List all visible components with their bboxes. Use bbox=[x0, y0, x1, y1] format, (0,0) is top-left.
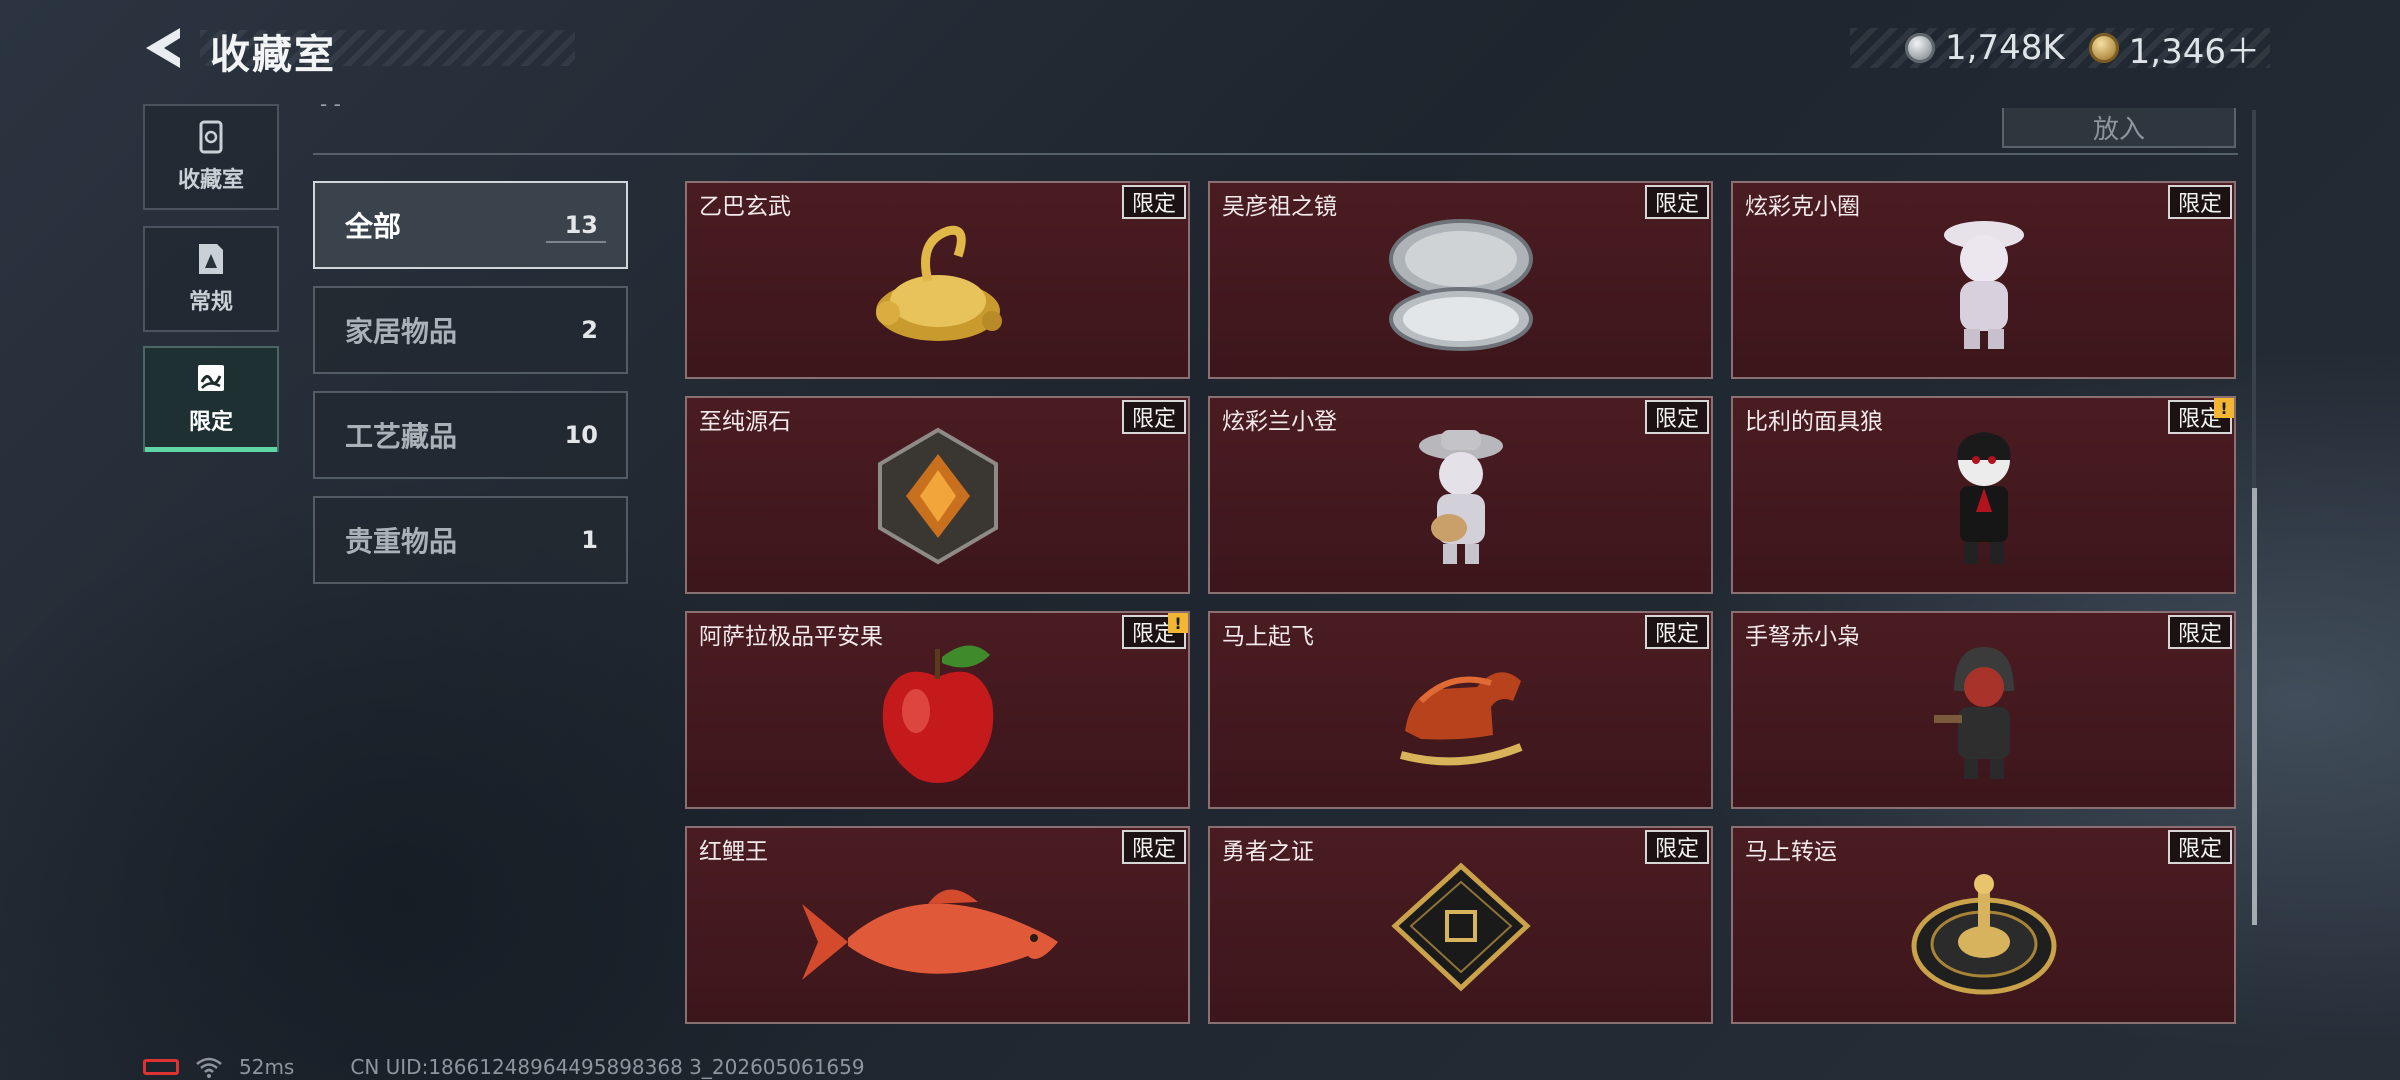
category-underline bbox=[546, 241, 606, 243]
ping-value: 52ms bbox=[239, 1055, 295, 1079]
bronze-horse-icon bbox=[1399, 672, 1522, 766]
category-label: 工艺藏品 bbox=[345, 420, 458, 453]
status-footer: 52ms CN UID:18661248964495898368 3_20260… bbox=[143, 1055, 865, 1079]
back-arrow-icon bbox=[146, 28, 180, 68]
sidebar-item-label: 限定 bbox=[188, 410, 233, 435]
sidebar-item-collection[interactable]: 收藏室 bbox=[143, 104, 279, 210]
item-card[interactable]: 吴彦祖之镜 限定 bbox=[1208, 181, 1713, 379]
limited-tag: 限定 bbox=[1121, 830, 1186, 864]
item-name: 炫彩兰小登 bbox=[1222, 409, 1337, 435]
item-name: 勇者之证 bbox=[1222, 839, 1314, 865]
put-in-button[interactable]: 放入 bbox=[2002, 108, 2236, 148]
limited-tag: 限定 bbox=[1644, 615, 1709, 649]
category-all[interactable]: 全部 13 bbox=[313, 181, 628, 269]
top-divider bbox=[313, 153, 2238, 155]
battery-icon bbox=[143, 1059, 179, 1075]
item-name: 红鲤王 bbox=[699, 839, 768, 865]
item-name: 马上转运 bbox=[1745, 839, 1837, 865]
item-name: 炫彩克小圈 bbox=[1745, 194, 1860, 220]
currency-bar: 1,748K 1,346＋ bbox=[1850, 28, 2270, 72]
item-name: 阿萨拉极品平安果 bbox=[699, 624, 883, 650]
section-faded-text: - - bbox=[320, 92, 341, 116]
item-name: 乙巴玄武 bbox=[699, 194, 791, 220]
limited-tag: 限定 bbox=[1121, 400, 1186, 434]
limited-tag: 限定 bbox=[2167, 615, 2232, 649]
crystal-stone-icon bbox=[877, 427, 998, 565]
puppet-figure-icon bbox=[1957, 432, 2010, 564]
limited-tag: 限定 bbox=[1644, 400, 1709, 434]
item-card[interactable]: 手弩赤小枭 限定 bbox=[1731, 611, 2236, 809]
collection-icon bbox=[199, 120, 223, 154]
item-card[interactable]: 马上转运 限定 bbox=[1731, 826, 2236, 1024]
wifi-icon bbox=[196, 1057, 222, 1078]
hooded-figure-icon bbox=[1933, 647, 2014, 779]
active-indicator bbox=[145, 447, 277, 452]
red-apple-icon bbox=[882, 645, 993, 783]
item-card[interactable]: 比利的面具狼 限定 ! bbox=[1731, 396, 2236, 594]
limited-tag: 限定 bbox=[1121, 185, 1186, 219]
category-label: 全部 bbox=[345, 210, 402, 243]
item-card[interactable]: 至纯源石 限定 bbox=[685, 396, 1190, 594]
category-count: 2 bbox=[581, 316, 598, 344]
document-icon bbox=[199, 244, 223, 274]
category-count: 1 bbox=[581, 526, 598, 554]
white-figure-icon bbox=[1943, 221, 2024, 349]
item-card[interactable]: 马上起飞 限定 bbox=[1208, 611, 1713, 809]
category-count: 13 bbox=[564, 211, 598, 239]
page-title: 收藏室 bbox=[210, 32, 336, 78]
category-count: 10 bbox=[564, 421, 598, 449]
sidebar-item-label: 收藏室 bbox=[177, 168, 244, 193]
back-button[interactable] bbox=[140, 24, 188, 72]
item-card[interactable]: 乙巴玄武 限定 bbox=[685, 181, 1190, 379]
limited-tag: 限定 bbox=[2167, 185, 2232, 219]
red-carp-icon bbox=[801, 889, 1058, 980]
sidebar-item-label: 常规 bbox=[188, 290, 233, 315]
category-household[interactable]: 家居物品 2 bbox=[313, 286, 628, 374]
item-name: 手弩赤小枭 bbox=[1745, 624, 1860, 650]
item-name: 至纯源石 bbox=[699, 409, 791, 435]
limited-tag: 限定 bbox=[1644, 830, 1709, 864]
guitar-figure-icon bbox=[1418, 430, 1503, 564]
silver-currency[interactable]: 1,748K bbox=[1905, 28, 2065, 68]
category-label: 贵重物品 bbox=[345, 525, 458, 558]
black-card-icon bbox=[1390, 862, 1531, 992]
gold-compass-icon bbox=[1911, 874, 2056, 995]
user-uid: CN UID:18661248964495898368 3_2026050616… bbox=[350, 1055, 865, 1079]
compact-mirror-icon bbox=[1388, 219, 1533, 351]
gold-tortoise-icon bbox=[875, 225, 1002, 341]
limited-icon bbox=[198, 365, 224, 391]
item-card[interactable]: 炫彩克小圈 限定 bbox=[1731, 181, 2236, 379]
item-name: 吴彦祖之镜 bbox=[1222, 194, 1337, 220]
item-card[interactable]: 勇者之证 限定 bbox=[1208, 826, 1713, 1024]
category-label: 家居物品 bbox=[345, 315, 458, 348]
item-name: 马上起飞 bbox=[1222, 624, 1314, 650]
gold-currency-value: 1,346＋ bbox=[2128, 31, 2260, 72]
item-card[interactable]: 炫彩兰小登 限定 bbox=[1208, 396, 1713, 594]
sidebar-item-regular[interactable]: 常规 bbox=[143, 226, 279, 332]
silver-coin-icon bbox=[1905, 33, 1936, 63]
sidebar-item-limited[interactable]: 限定 bbox=[143, 346, 279, 452]
item-card[interactable]: 阿萨拉极品平安果 限定 ! bbox=[685, 611, 1190, 809]
alert-badge: ! bbox=[2214, 398, 2234, 418]
item-name: 比利的面具狼 bbox=[1745, 409, 1883, 435]
limited-tag: 限定 bbox=[1644, 185, 1709, 219]
item-grid: 乙巴玄武 限定 吴彦祖之镜 限定 炫彩克小圈 限定 至纯源石 限定 炫彩兰小登 … bbox=[685, 181, 2237, 1024]
silver-currency-value: 1,748K bbox=[1945, 28, 2065, 68]
alert-badge: ! bbox=[1168, 613, 1188, 633]
category-craft[interactable]: 工艺藏品 10 bbox=[313, 391, 628, 479]
category-valuables[interactable]: 贵重物品 1 bbox=[313, 496, 628, 584]
gold-currency[interactable]: 1,346＋ bbox=[2088, 24, 2260, 73]
gold-coin-icon bbox=[2088, 33, 2119, 63]
item-card[interactable]: 红鲤王 限定 bbox=[685, 826, 1190, 1024]
limited-tag: 限定 bbox=[2167, 830, 2232, 864]
scrollbar-thumb[interactable] bbox=[2252, 488, 2257, 925]
